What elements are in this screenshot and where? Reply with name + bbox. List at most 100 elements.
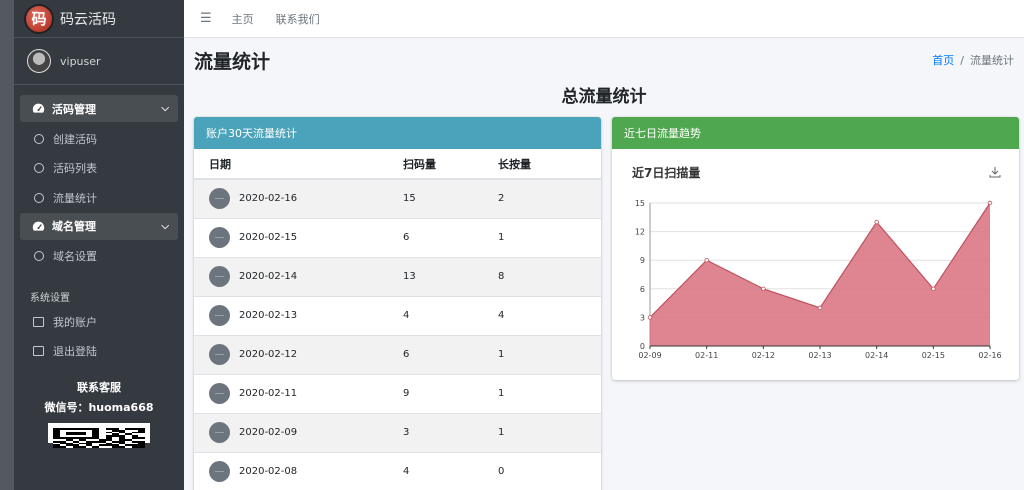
- scan-count: 15: [388, 178, 483, 218]
- avatar-placeholder-icon: [209, 461, 230, 483]
- nav-link-contact[interactable]: 联系我们: [276, 11, 320, 27]
- support-title: 联系客服: [77, 381, 121, 394]
- sidebar-nav: 活码管理 ⌵ 创建活码 活码列表 流量统计 域名管理 ⌵ 域名设置 系统设置 我…: [14, 85, 184, 448]
- dashboard-icon: [32, 103, 45, 113]
- sidebar-item-code-list[interactable]: 活码列表: [20, 154, 178, 184]
- x-tick-label: 02-11: [695, 351, 718, 360]
- date-value: 2020-02-08: [239, 466, 298, 478]
- sidebar-item-label: 流量统计: [53, 191, 97, 205]
- page-header: 流量统计 首页 / 流量统计: [184, 38, 1024, 82]
- nav-link-home[interactable]: 主页: [232, 11, 254, 27]
- sidebar-item-label: 退出登陆: [53, 344, 97, 358]
- press-count: 1: [483, 217, 601, 257]
- date-cell: 2020-02-15: [194, 217, 388, 257]
- circle-icon: [34, 163, 44, 174]
- avatar: [27, 49, 51, 73]
- table-row: 2020-02-15 6 1: [194, 217, 601, 257]
- trend-chart-card: 近七日流量趋势 近7日扫描量 0 3 6 9 12 15 02-09 02-11 02-12 02…: [612, 117, 1019, 380]
- date-value: 2020-02-13: [239, 310, 298, 321]
- scan-count: 6: [388, 334, 483, 374]
- traffic-table-card: 账户30天流量统计 日期 扫码量 长按量 2020-02-16 15 2 2020-0…: [194, 117, 601, 490]
- qr-code-icon: [48, 423, 150, 448]
- support-wechat: 微信号：huoma668: [44, 401, 154, 414]
- x-tick-label: 02-12: [752, 351, 775, 360]
- x-tick-label: 02-15: [922, 351, 945, 360]
- circle-icon: [34, 251, 44, 262]
- page-title: 流量统计: [194, 50, 271, 73]
- y-tick-label: 15: [635, 199, 645, 208]
- sidebar-item-create-code[interactable]: 创建活码: [20, 124, 178, 154]
- user-panel[interactable]: vipuser: [14, 38, 184, 85]
- chart-header: 近7日扫描量: [612, 149, 1019, 195]
- chevron-down-icon: ⌵: [161, 103, 169, 114]
- card-title: 近七日流量趋势: [612, 117, 1019, 149]
- data-point: [761, 286, 766, 291]
- dashboard-icon: [32, 221, 45, 231]
- x-tick-label: 02-13: [808, 351, 831, 360]
- nav-header-system: 系统设置: [30, 293, 70, 304]
- circle-icon: [34, 133, 44, 144]
- breadcrumb-current: 流量统计: [970, 54, 1014, 67]
- table-row: 2020-02-16 15 2: [194, 178, 601, 218]
- nav-group-qrcode-manage[interactable]: 活码管理 ⌵: [20, 95, 178, 122]
- date-cell: 2020-02-08: [194, 451, 388, 490]
- y-tick-label: 6: [640, 285, 645, 294]
- sidebar-item-label: 活码列表: [53, 162, 97, 176]
- date-cell: 2020-02-12: [194, 334, 388, 374]
- scan-count: 6: [388, 217, 483, 257]
- y-tick-label: 3: [640, 313, 645, 322]
- data-point: [931, 286, 936, 291]
- data-point: [817, 305, 823, 311]
- date-value: 2020-02-11: [239, 388, 298, 399]
- y-tick-label: 12: [635, 228, 645, 237]
- date-value: 2020-02-14: [239, 271, 298, 282]
- x-tick-label: 02-14: [865, 351, 888, 360]
- area-series: [650, 203, 990, 346]
- section-title: 总流量统计: [561, 87, 647, 107]
- x-tick-label: 02-09: [638, 351, 661, 360]
- sidebar-item-domain-settings[interactable]: 域名设置: [20, 242, 178, 272]
- avatar-placeholder-icon: [209, 383, 230, 404]
- brand-name: 码云活码: [60, 11, 116, 28]
- sidebar-item-logout[interactable]: 退出登陆: [20, 336, 178, 365]
- calendar-icon: [33, 316, 44, 327]
- scan-count: 13: [388, 256, 483, 296]
- data-point: [704, 257, 709, 263]
- y-tick-label: 9: [640, 256, 645, 265]
- table-row: 2020-02-08 4 0: [194, 451, 601, 490]
- press-count: 2: [483, 178, 601, 218]
- table-header-row: 日期 扫码量 长按量: [194, 149, 601, 180]
- table-row: 2020-02-13 4 4: [194, 295, 601, 335]
- sidebar-item-label: 域名设置: [53, 250, 97, 264]
- image-icon: [33, 345, 44, 356]
- column-header-date: 日期: [194, 149, 388, 180]
- press-count: 1: [483, 334, 601, 374]
- avatar-placeholder-icon: [209, 188, 230, 210]
- table-row: 2020-02-12 6 1: [194, 334, 601, 374]
- desktop-edge: [0, 0, 14, 490]
- avatar-placeholder-icon: [209, 266, 230, 287]
- date-value: 2020-02-09: [239, 427, 298, 438]
- breadcrumb-home[interactable]: 首页: [932, 54, 954, 67]
- press-count: 0: [483, 451, 601, 490]
- download-icon[interactable]: [989, 166, 1001, 178]
- nav-group-label: 活码管理: [52, 102, 96, 116]
- scan-count: 9: [388, 373, 483, 413]
- date-value: 2020-02-16: [239, 193, 298, 205]
- avatar-placeholder-icon: [209, 422, 230, 443]
- press-count: 1: [483, 373, 601, 413]
- date-cell: 2020-02-16: [194, 178, 388, 218]
- sidebar-item-label: 创建活码: [53, 132, 97, 146]
- column-header-scan: 扫码量: [388, 149, 483, 180]
- date-value: 2020-02-15: [239, 232, 298, 243]
- sidebar-item-traffic-stats[interactable]: 流量统计: [20, 183, 178, 213]
- main-content: ☰ 主页 联系我们 流量统计 首页 / 流量统计 总流量统计 账户30天流量统计 日…: [184, 0, 1024, 490]
- nav-group-domain-manage[interactable]: 域名管理 ⌵: [20, 212, 178, 240]
- brand[interactable]: 码 码云活码: [14, 0, 184, 38]
- hamburger-menu-icon[interactable]: ☰: [200, 11, 212, 26]
- area-chart: 0 3 6 9 12 15 02-09 02-11 02-12 02-13 02-14 02-15 02…: [635, 199, 1002, 360]
- brand-logo-icon: 码: [26, 5, 52, 32]
- circle-icon: [34, 192, 44, 203]
- sidebar-item-my-account[interactable]: 我的账户: [20, 307, 178, 336]
- column-header-press: 长按量: [483, 149, 601, 180]
